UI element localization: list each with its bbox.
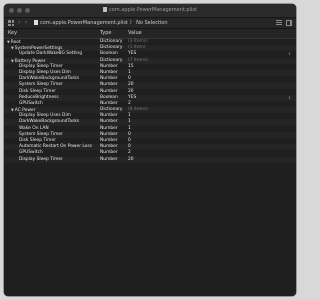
disclosure-triangle-icon[interactable]: ▼ (11, 46, 14, 50)
row-key-label: Display Sleep Uses Dim (19, 113, 71, 119)
toolbar: ‹ › com.apple.PowerManagement.plist 〉 No… (4, 18, 296, 29)
window-title-text: com.apple.PowerManagement.plist (109, 7, 197, 13)
row-key-label: DarkWakeBackgroundTasks (19, 119, 80, 125)
row-key-label: Wake On LAN (19, 125, 49, 131)
row-key-label: Display Sleep Timer (19, 156, 63, 162)
row-key-label: System Sleep Timer (19, 82, 63, 88)
column-header-key[interactable]: Key (8, 29, 17, 38)
row-key-label: Disk Sleep Timer (19, 88, 56, 94)
column-header: Key Type Value (4, 29, 296, 39)
row-type[interactable]: Number (100, 157, 118, 163)
row-key[interactable]: Display Sleep Timer (19, 157, 63, 163)
row-key-label: GPUSwitch (19, 150, 43, 156)
disclosure-triangle-icon[interactable]: ▼ (11, 59, 14, 63)
row-key-label: Automatic Restart On Power Loss (19, 144, 93, 150)
row-key-label: Update DarkWakeBG Setting (19, 51, 83, 57)
plist-outline: ▼Root Dictionary (3 items) ▼SystemPowerSett… (4, 39, 296, 163)
row-key-label: GPUSwitch (19, 100, 43, 106)
row-key-label: Display Sleep Timer (19, 63, 63, 69)
row-key-label: DarkWakeBackgroundTasks (19, 76, 80, 82)
breadcrumb: com.apple.PowerManagement.plist 〉 No Sel… (34, 18, 168, 28)
back-icon[interactable]: ‹ (18, 19, 20, 27)
inspector-toggle-icon[interactable] (286, 20, 292, 26)
document-icon (103, 7, 108, 12)
plist-editor-window: com.apple.PowerManagement.plist ‹ › com.… (4, 4, 296, 296)
plist-file-icon (34, 20, 38, 25)
row-key-label: Display Sleep Uses Dim (19, 69, 71, 75)
list-view-icon[interactable] (276, 20, 282, 26)
column-header-value[interactable]: Value (128, 29, 142, 38)
plist-row[interactable]: Display Sleep Timer Number 20 (4, 156, 296, 163)
forward-icon[interactable]: › (25, 19, 27, 27)
window-title: com.apple.PowerManagement.plist (4, 6, 296, 15)
breadcrumb-separator: 〉 (129, 20, 135, 26)
related-items-grid-icon[interactable] (8, 20, 14, 26)
disclosure-triangle-icon[interactable]: ▼ (7, 40, 10, 44)
breadcrumb-file[interactable]: com.apple.PowerManagement.plist (40, 20, 128, 26)
row-key-label: Disk Sleep Timer (19, 138, 56, 143)
title-bar: com.apple.PowerManagement.plist (4, 4, 296, 18)
toolbar-right-buttons (276, 20, 292, 26)
row-value[interactable]: 20 (128, 157, 134, 163)
breadcrumb-selection[interactable]: No Selection (136, 20, 167, 26)
column-header-type[interactable]: Type (100, 29, 111, 38)
disclosure-triangle-icon[interactable]: ▼ (11, 108, 14, 112)
row-key-label: System Sleep Timer (19, 131, 63, 137)
row-key-label: ReduceBrightness (19, 94, 59, 100)
